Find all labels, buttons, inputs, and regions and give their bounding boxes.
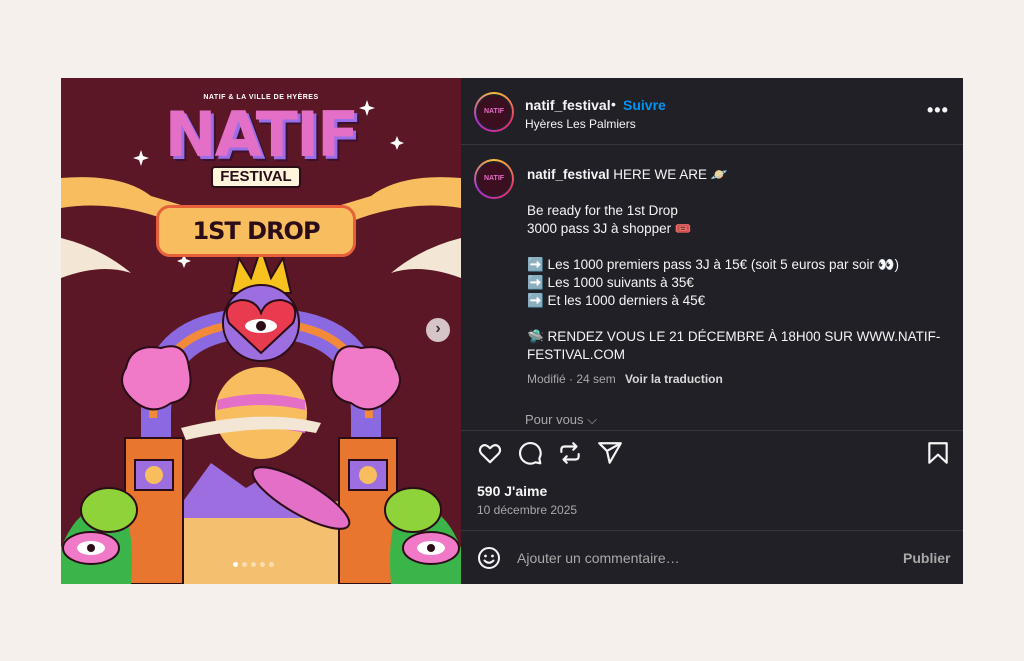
instagram-post: NATIF & LA VILLE DE HYÈRES NATIF FESTIVA… — [61, 78, 963, 584]
carousel-dot — [260, 562, 265, 567]
comment-bar: Publier — [461, 531, 963, 584]
share-icon[interactable] — [597, 440, 623, 466]
divider — [461, 430, 963, 431]
post-side-panel: NATIF natif_festival • Suivre Hyères Les… — [461, 78, 963, 584]
caption-line: ➡️ Et les 1000 derniers à 45€ — [527, 293, 706, 308]
avatar-logo: NATIF — [476, 94, 512, 130]
chevron-right-icon: › — [435, 320, 441, 337]
publish-button[interactable]: Publier — [903, 550, 950, 566]
carousel-dot — [269, 562, 274, 567]
more-options-icon[interactable]: ••• — [927, 100, 949, 121]
header-separator: • — [611, 96, 616, 112]
poster-title: NATIF — [164, 98, 360, 171]
heart-icon[interactable] — [477, 440, 503, 466]
avatar-logo: NATIF — [476, 161, 512, 197]
location-link[interactable]: Hyères Les Palmiers — [525, 117, 636, 131]
divider — [461, 144, 963, 145]
caption-line: 🛸 RENDEZ VOUS LE 21 DÉCEMBRE À 18H00 SUR… — [527, 329, 941, 344]
post-media-carousel[interactable]: NATIF & LA VILLE DE HYÈRES NATIF FESTIVA… — [61, 78, 461, 584]
emoji-icon[interactable] — [477, 546, 501, 570]
carousel-dot — [251, 562, 256, 567]
caption-line: FESTIVAL.COM — [527, 347, 626, 362]
modified-timestamp: Modifié · 24 sem — [527, 372, 616, 386]
caption-line: ➡️ Les 1000 suivants à 35€ — [527, 275, 694, 290]
likes-count[interactable]: 590 J'aime — [477, 483, 547, 499]
carousel-dot — [242, 562, 247, 567]
repost-icon[interactable] — [557, 440, 583, 466]
avatar[interactable]: NATIF — [474, 92, 514, 132]
follow-button[interactable]: Suivre — [623, 97, 666, 113]
caption-headline: HERE WE ARE 🪐 — [613, 167, 728, 182]
translate-link[interactable]: Voir la traduction — [625, 372, 723, 386]
caption-line: ➡️ Les 1000 premiers pass 3J à 15€ (soit… — [527, 257, 900, 272]
carousel-next-button[interactable]: › — [426, 318, 450, 342]
carousel-dots — [233, 562, 274, 567]
caption-meta: Modifié · 24 sem Voir la traduction — [527, 372, 723, 386]
caption-line: Be ready for the 1st Drop — [527, 203, 678, 218]
carousel-dot — [233, 562, 238, 567]
caption-username[interactable]: natif_festival — [527, 167, 610, 182]
header-username[interactable]: natif_festival — [525, 97, 611, 113]
post-caption: natif_festival HERE WE ARE 🪐 Be ready fo… — [527, 166, 947, 364]
caption-line: 3000 pass 3J à shopper 🎟️ — [527, 221, 692, 236]
comment-icon[interactable] — [517, 440, 543, 466]
bookmark-icon[interactable] — [925, 440, 951, 466]
post-date: 10 décembre 2025 — [477, 503, 578, 517]
comment-input[interactable] — [517, 547, 877, 569]
for-you-dropdown[interactable]: Pour vous ⌵ — [525, 412, 597, 428]
poster-festival-label: FESTIVAL — [211, 166, 301, 188]
caption-avatar[interactable]: NATIF — [474, 159, 514, 199]
action-bar — [477, 440, 951, 468]
poster-drop-banner: 1ST DROP — [156, 205, 356, 257]
